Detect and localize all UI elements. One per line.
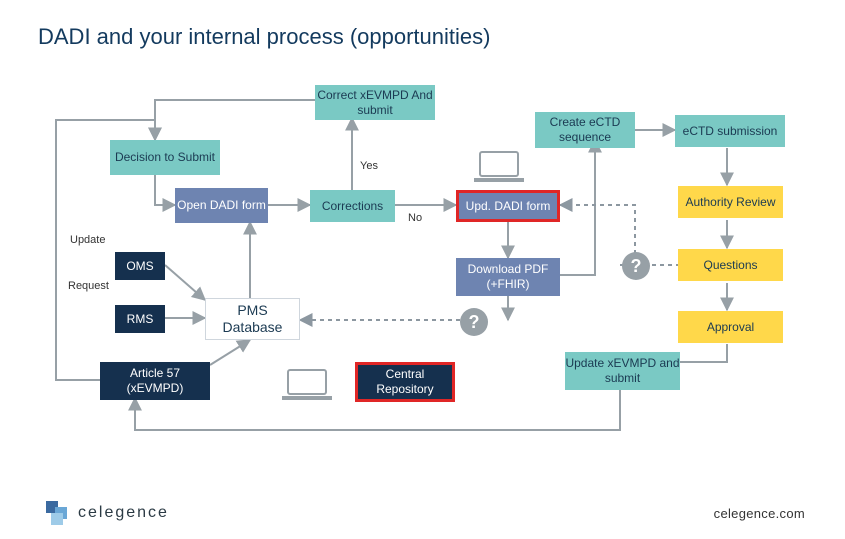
node-corrections: Corrections: [310, 190, 395, 222]
footer-url: celegence.com: [714, 506, 805, 521]
node-update-dadi-form: Upd. DADI form: [456, 190, 560, 222]
node-authority-review: Authority Review: [678, 186, 783, 218]
node-correct-xevmpd: Correct xEVMPD And submit: [315, 85, 435, 120]
node-create-ectd: Create eCTD sequence: [535, 112, 635, 148]
label-update: Update: [70, 234, 105, 246]
node-oms: OMS: [115, 252, 165, 280]
node-update-xevmpd-submit: Update xEVMPD and submit: [565, 352, 680, 390]
node-central-repository: Central Repository: [355, 362, 455, 402]
node-article-57: Article 57 (xEVMPD): [100, 362, 210, 400]
label-no: No: [408, 212, 422, 224]
brand-logo-mark: [46, 501, 70, 525]
node-ectd-submission: eCTD submission: [675, 115, 785, 147]
brand-logo: celegence: [46, 501, 169, 525]
node-decision-to-submit: Decision to Submit: [110, 140, 220, 175]
label-request: Request: [68, 280, 109, 292]
node-questions: Questions: [678, 249, 783, 281]
brand-logo-text: celegence: [78, 504, 169, 522]
node-open-dadi-form: Open DADI form: [175, 188, 268, 223]
node-approval: Approval: [678, 311, 783, 343]
question-icon: ?: [622, 252, 650, 280]
question-icon: ?: [460, 308, 488, 336]
node-pms-database: PMS Database: [205, 298, 300, 340]
node-download-pdf: Download PDF (+FHIR): [456, 258, 560, 296]
label-yes: Yes: [360, 160, 378, 172]
node-rms: RMS: [115, 305, 165, 333]
